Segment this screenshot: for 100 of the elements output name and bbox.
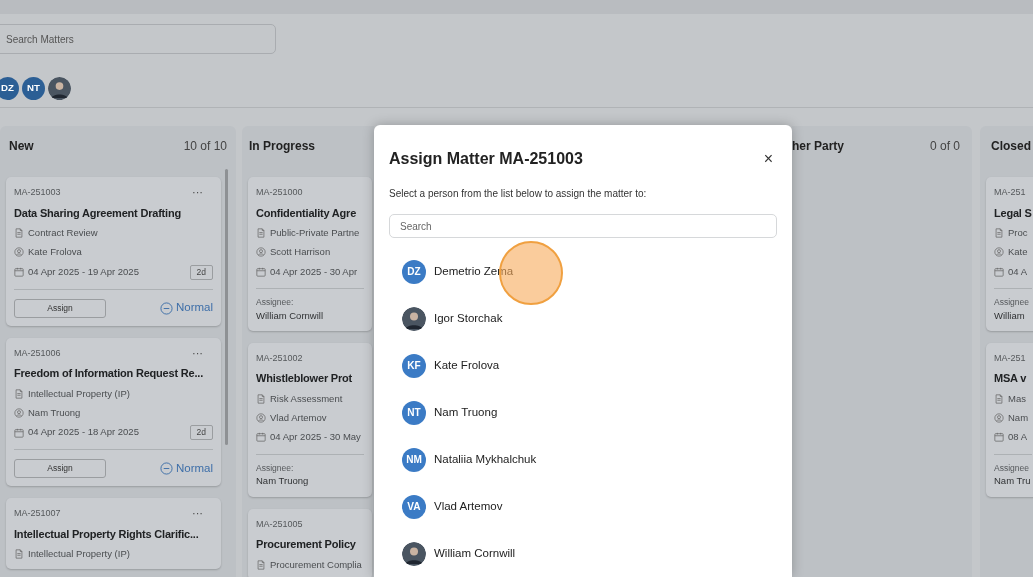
avatar-photo xyxy=(402,306,426,331)
close-button[interactable]: × xyxy=(763,151,773,167)
assign-button[interactable]: Assign xyxy=(14,298,106,318)
avatar-initials: VA xyxy=(402,494,426,519)
assignee-name: William xyxy=(994,308,1026,323)
scrollbar-thumb[interactable] xyxy=(225,169,228,445)
matter-title: Procurement Policy xyxy=(256,537,357,552)
dialog-instruction: Select a person from the list below to assign the matter to: xyxy=(389,187,648,201)
matter-id: MA-251000 xyxy=(256,186,303,199)
matter-id: MA-251006 xyxy=(14,346,61,360)
assignee-label: Assignee xyxy=(994,295,1030,309)
avatar-initials: NT xyxy=(22,77,45,100)
duration-badge: 2d xyxy=(189,264,213,280)
assignee-name: William Cornwill xyxy=(256,308,325,323)
column-count: 10 of 10 xyxy=(183,138,227,155)
card-meta-text: Contract Review xyxy=(28,226,98,240)
avatar-initials: NM xyxy=(402,447,426,472)
document-icon xyxy=(256,559,266,570)
matter-id: MA-251 xyxy=(994,351,1026,365)
matter-title: MSA v xyxy=(994,371,1028,387)
matter-card[interactable]: MA-251007 ··· Intellectual Property Rights Clarific... Intellectual Property (IP) xyxy=(6,498,221,570)
avatar-photo xyxy=(402,541,426,566)
card-meta-text: Nam Truong xyxy=(28,405,81,420)
user-circle-icon xyxy=(256,247,266,258)
calendar-icon xyxy=(994,432,1004,443)
card-meta-text: Public-Private Partne xyxy=(270,226,360,240)
user-circle-icon xyxy=(256,413,266,424)
more-menu-button[interactable]: ··· xyxy=(192,187,203,199)
more-menu-button[interactable]: ··· xyxy=(192,508,203,520)
matter-title: Data Sharing Agreement Drafting xyxy=(14,205,182,221)
document-icon xyxy=(14,228,24,239)
assignee-name: Nam Truong xyxy=(256,474,310,489)
document-icon xyxy=(994,228,1004,239)
avatar-initials: KF xyxy=(402,353,426,378)
search-field[interactable]: Search xyxy=(389,214,777,238)
card-meta-text: Kate Frolova xyxy=(28,245,82,260)
card-meta-text: Intellectual Property (IP) xyxy=(28,386,130,401)
calendar-icon xyxy=(14,267,24,277)
matter-id: MA-251002 xyxy=(256,351,303,365)
matter-card[interactable]: MA-251005 Procurement Policy Procurement Complia xyxy=(248,508,372,577)
card-meta-text: Mas xyxy=(1008,391,1026,406)
column-title: New xyxy=(9,138,34,155)
matter-card[interactable]: MA-251003 ··· Data Sharing Agreement Drafting Contract Review Kate Frolova 04 Apr 2025 - 19 Apr 2025 2d Assign Normal xyxy=(6,177,221,326)
search-field[interactable]: Search Matters xyxy=(0,24,276,54)
card-meta-text: 04 Apr 2025 - 30 Apr xyxy=(270,264,358,279)
calendar-icon xyxy=(256,432,266,443)
card-meta-text: Proc xyxy=(1008,226,1028,240)
matter-title: Whistleblower Prot xyxy=(256,371,354,387)
avatar-photo xyxy=(48,77,71,100)
card-meta-text: Vlad Artemov xyxy=(270,411,327,425)
matter-card[interactable]: MA-251 MSA v Mas Nam 08 A Assignee Nam Tru xyxy=(986,342,1033,497)
document-icon xyxy=(14,388,24,399)
card-meta-text: Intellectual Property (IP) xyxy=(28,547,130,561)
assignee-label: Assignee xyxy=(994,461,1030,475)
more-menu-button[interactable]: ··· xyxy=(192,347,203,359)
matter-card[interactable]: MA-251006 ··· Freedom of Information Request Re... Intellectual Property (IP) Nam Truong 04 Apr 2025 - 18 Apr 2025 2d Assign Normal xyxy=(6,337,221,486)
person-list-item[interactable]: Igor Storchak xyxy=(389,295,777,342)
column-title: her Party xyxy=(792,138,845,155)
user-circle-icon xyxy=(994,413,1004,424)
card-meta-text: Procurement Complia xyxy=(270,557,362,572)
avatar-initials: DZ xyxy=(402,259,426,284)
matter-title: Intellectual Property Rights Clarific... xyxy=(14,526,200,542)
document-icon xyxy=(256,393,266,404)
card-meta-text: Kate xyxy=(1008,245,1028,260)
card-meta-text: 04 Apr 2025 - 18 Apr 2025 xyxy=(28,425,139,440)
matter-card[interactable]: MA-251002 Whistleblower Prot Risk Assessment Vlad Artemov 04 Apr 2025 - 30 May Assignee: Nam Truong xyxy=(248,342,372,497)
document-icon xyxy=(256,228,266,239)
assignee-label: Assignee: xyxy=(256,295,295,309)
priority-label: Normal xyxy=(175,300,213,316)
card-meta-text: 04 A xyxy=(1008,264,1028,279)
matter-id: MA-251003 xyxy=(14,186,61,199)
matter-card[interactable]: MA-251000 Confidentiality Agre Public-Private Partne Scott Harrison 04 Apr 2025 - 30 Apr Assignee: William Cornwill xyxy=(248,177,372,331)
dialog-title: Assign Matter MA-251003 xyxy=(389,149,583,169)
avatar-initials: NT xyxy=(402,400,426,425)
column-title: Closed xyxy=(991,138,1031,155)
card-meta-text: 08 A xyxy=(1008,430,1028,445)
user-circle-icon xyxy=(994,247,1004,258)
card-meta-text: 04 Apr 2025 - 30 May xyxy=(270,430,361,445)
person-list-item[interactable]: NT Nam Truong xyxy=(389,389,777,436)
calendar-icon xyxy=(256,266,266,277)
person-list-item[interactable]: KF Kate Frolova xyxy=(389,342,777,389)
priority-label: Normal xyxy=(175,460,213,476)
person-list-item[interactable]: VA Vlad Artemov xyxy=(389,483,777,530)
person-list-item[interactable]: NM Nataliia Mykhalchuk xyxy=(389,436,777,483)
minus-circle-icon xyxy=(159,301,173,315)
matter-id: MA-251 xyxy=(994,186,1026,199)
matter-id: MA-251007 xyxy=(14,507,61,520)
assignee-label: Assignee: xyxy=(256,461,295,475)
minus-circle-icon xyxy=(159,462,173,475)
card-meta-text: 04 Apr 2025 - 19 Apr 2025 xyxy=(28,264,139,279)
document-icon xyxy=(14,549,24,560)
calendar-icon xyxy=(14,427,24,438)
card-meta-text: Risk Assessment xyxy=(270,391,343,406)
calendar-icon xyxy=(994,266,1004,277)
person-list-item[interactable]: William Cornwill xyxy=(389,530,777,577)
user-circle-icon xyxy=(14,247,24,258)
avatar-initials: DZ xyxy=(0,77,19,100)
matter-card[interactable]: MA-251 Legal S Proc Kate 04 A Assignee William xyxy=(986,177,1033,331)
assign-button[interactable]: Assign xyxy=(14,459,106,478)
duration-badge: 2d xyxy=(189,425,213,440)
